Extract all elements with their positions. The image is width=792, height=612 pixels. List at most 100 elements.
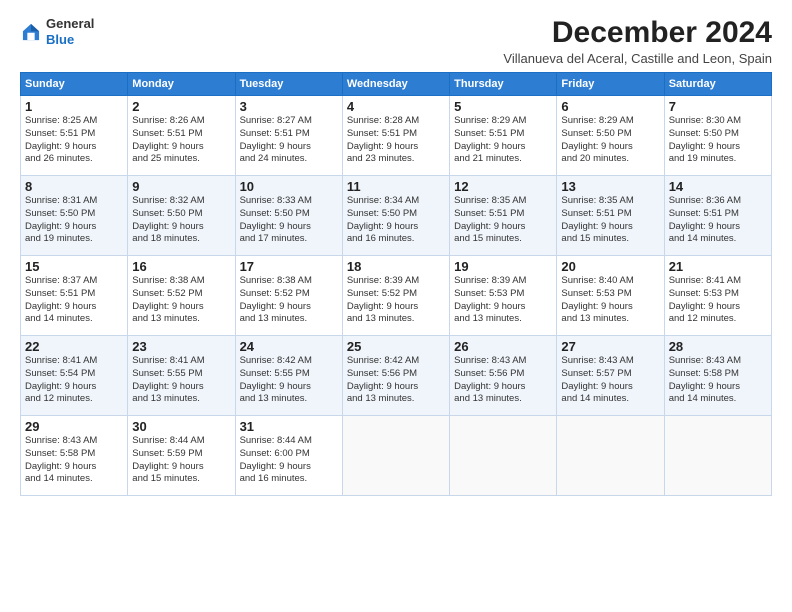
calendar-cell bbox=[450, 416, 557, 496]
calendar-cell: 29Sunrise: 8:43 AM Sunset: 5:58 PM Dayli… bbox=[21, 416, 128, 496]
day-number: 2 bbox=[132, 99, 230, 114]
day-info: Sunrise: 8:43 AM Sunset: 5:58 PM Dayligh… bbox=[25, 435, 123, 486]
calendar-cell: 5Sunrise: 8:29 AM Sunset: 5:51 PM Daylig… bbox=[450, 96, 557, 176]
day-info: Sunrise: 8:35 AM Sunset: 5:51 PM Dayligh… bbox=[561, 195, 659, 246]
calendar-cell bbox=[664, 416, 771, 496]
weekday-header-monday: Monday bbox=[128, 73, 235, 96]
logo-text: General Blue bbox=[46, 16, 94, 47]
day-number: 8 bbox=[25, 179, 123, 194]
calendar-cell: 16Sunrise: 8:38 AM Sunset: 5:52 PM Dayli… bbox=[128, 256, 235, 336]
calendar-cell: 24Sunrise: 8:42 AM Sunset: 5:55 PM Dayli… bbox=[235, 336, 342, 416]
day-info: Sunrise: 8:44 AM Sunset: 6:00 PM Dayligh… bbox=[240, 435, 338, 486]
calendar-header: SundayMondayTuesdayWednesdayThursdayFrid… bbox=[21, 73, 772, 96]
day-number: 26 bbox=[454, 339, 552, 354]
day-number: 12 bbox=[454, 179, 552, 194]
calendar-cell: 15Sunrise: 8:37 AM Sunset: 5:51 PM Dayli… bbox=[21, 256, 128, 336]
day-info: Sunrise: 8:40 AM Sunset: 5:53 PM Dayligh… bbox=[561, 275, 659, 326]
day-number: 10 bbox=[240, 179, 338, 194]
day-number: 15 bbox=[25, 259, 123, 274]
calendar-cell: 20Sunrise: 8:40 AM Sunset: 5:53 PM Dayli… bbox=[557, 256, 664, 336]
day-number: 13 bbox=[561, 179, 659, 194]
calendar-week-row: 29Sunrise: 8:43 AM Sunset: 5:58 PM Dayli… bbox=[21, 416, 772, 496]
day-number: 31 bbox=[240, 419, 338, 434]
day-info: Sunrise: 8:35 AM Sunset: 5:51 PM Dayligh… bbox=[454, 195, 552, 246]
day-info: Sunrise: 8:43 AM Sunset: 5:56 PM Dayligh… bbox=[454, 355, 552, 406]
calendar-cell: 14Sunrise: 8:36 AM Sunset: 5:51 PM Dayli… bbox=[664, 176, 771, 256]
day-info: Sunrise: 8:41 AM Sunset: 5:54 PM Dayligh… bbox=[25, 355, 123, 406]
calendar-week-row: 15Sunrise: 8:37 AM Sunset: 5:51 PM Dayli… bbox=[21, 256, 772, 336]
calendar-cell bbox=[342, 416, 449, 496]
day-info: Sunrise: 8:30 AM Sunset: 5:50 PM Dayligh… bbox=[669, 115, 767, 166]
calendar-table: SundayMondayTuesdayWednesdayThursdayFrid… bbox=[20, 72, 772, 496]
day-number: 6 bbox=[561, 99, 659, 114]
calendar-cell: 11Sunrise: 8:34 AM Sunset: 5:50 PM Dayli… bbox=[342, 176, 449, 256]
day-number: 20 bbox=[561, 259, 659, 274]
calendar-cell: 27Sunrise: 8:43 AM Sunset: 5:57 PM Dayli… bbox=[557, 336, 664, 416]
calendar-cell: 31Sunrise: 8:44 AM Sunset: 6:00 PM Dayli… bbox=[235, 416, 342, 496]
day-number: 25 bbox=[347, 339, 445, 354]
day-info: Sunrise: 8:44 AM Sunset: 5:59 PM Dayligh… bbox=[132, 435, 230, 486]
calendar-cell: 12Sunrise: 8:35 AM Sunset: 5:51 PM Dayli… bbox=[450, 176, 557, 256]
day-number: 23 bbox=[132, 339, 230, 354]
calendar-cell: 23Sunrise: 8:41 AM Sunset: 5:55 PM Dayli… bbox=[128, 336, 235, 416]
page: General Blue December 2024 Villanueva de… bbox=[0, 0, 792, 612]
calendar-cell: 4Sunrise: 8:28 AM Sunset: 5:51 PM Daylig… bbox=[342, 96, 449, 176]
calendar-cell: 2Sunrise: 8:26 AM Sunset: 5:51 PM Daylig… bbox=[128, 96, 235, 176]
weekday-header-saturday: Saturday bbox=[664, 73, 771, 96]
day-number: 17 bbox=[240, 259, 338, 274]
location-subtitle: Villanueva del Aceral, Castille and Leon… bbox=[503, 51, 772, 66]
calendar-cell: 6Sunrise: 8:29 AM Sunset: 5:50 PM Daylig… bbox=[557, 96, 664, 176]
day-info: Sunrise: 8:41 AM Sunset: 5:53 PM Dayligh… bbox=[669, 275, 767, 326]
calendar-cell: 19Sunrise: 8:39 AM Sunset: 5:53 PM Dayli… bbox=[450, 256, 557, 336]
calendar-cell: 17Sunrise: 8:38 AM Sunset: 5:52 PM Dayli… bbox=[235, 256, 342, 336]
day-number: 24 bbox=[240, 339, 338, 354]
calendar-cell: 10Sunrise: 8:33 AM Sunset: 5:50 PM Dayli… bbox=[235, 176, 342, 256]
day-info: Sunrise: 8:41 AM Sunset: 5:55 PM Dayligh… bbox=[132, 355, 230, 406]
day-info: Sunrise: 8:32 AM Sunset: 5:50 PM Dayligh… bbox=[132, 195, 230, 246]
calendar-cell: 1Sunrise: 8:25 AM Sunset: 5:51 PM Daylig… bbox=[21, 96, 128, 176]
calendar-cell: 26Sunrise: 8:43 AM Sunset: 5:56 PM Dayli… bbox=[450, 336, 557, 416]
calendar-cell: 13Sunrise: 8:35 AM Sunset: 5:51 PM Dayli… bbox=[557, 176, 664, 256]
day-number: 5 bbox=[454, 99, 552, 114]
day-info: Sunrise: 8:42 AM Sunset: 5:55 PM Dayligh… bbox=[240, 355, 338, 406]
calendar-cell: 3Sunrise: 8:27 AM Sunset: 5:51 PM Daylig… bbox=[235, 96, 342, 176]
day-info: Sunrise: 8:29 AM Sunset: 5:50 PM Dayligh… bbox=[561, 115, 659, 166]
day-number: 14 bbox=[669, 179, 767, 194]
weekday-header-row: SundayMondayTuesdayWednesdayThursdayFrid… bbox=[21, 73, 772, 96]
day-number: 16 bbox=[132, 259, 230, 274]
day-number: 21 bbox=[669, 259, 767, 274]
day-info: Sunrise: 8:42 AM Sunset: 5:56 PM Dayligh… bbox=[347, 355, 445, 406]
month-title: December 2024 bbox=[503, 16, 772, 49]
calendar-cell: 25Sunrise: 8:42 AM Sunset: 5:56 PM Dayli… bbox=[342, 336, 449, 416]
weekday-header-wednesday: Wednesday bbox=[342, 73, 449, 96]
logo-icon bbox=[20, 21, 42, 43]
day-info: Sunrise: 8:27 AM Sunset: 5:51 PM Dayligh… bbox=[240, 115, 338, 166]
day-info: Sunrise: 8:26 AM Sunset: 5:51 PM Dayligh… bbox=[132, 115, 230, 166]
calendar-cell: 28Sunrise: 8:43 AM Sunset: 5:58 PM Dayli… bbox=[664, 336, 771, 416]
day-info: Sunrise: 8:37 AM Sunset: 5:51 PM Dayligh… bbox=[25, 275, 123, 326]
day-info: Sunrise: 8:28 AM Sunset: 5:51 PM Dayligh… bbox=[347, 115, 445, 166]
calendar-cell bbox=[557, 416, 664, 496]
day-info: Sunrise: 8:38 AM Sunset: 5:52 PM Dayligh… bbox=[240, 275, 338, 326]
day-info: Sunrise: 8:31 AM Sunset: 5:50 PM Dayligh… bbox=[25, 195, 123, 246]
day-number: 9 bbox=[132, 179, 230, 194]
calendar-cell: 9Sunrise: 8:32 AM Sunset: 5:50 PM Daylig… bbox=[128, 176, 235, 256]
day-number: 30 bbox=[132, 419, 230, 434]
weekday-header-thursday: Thursday bbox=[450, 73, 557, 96]
header: General Blue December 2024 Villanueva de… bbox=[20, 16, 772, 66]
day-info: Sunrise: 8:39 AM Sunset: 5:52 PM Dayligh… bbox=[347, 275, 445, 326]
calendar-week-row: 1Sunrise: 8:25 AM Sunset: 5:51 PM Daylig… bbox=[21, 96, 772, 176]
day-info: Sunrise: 8:33 AM Sunset: 5:50 PM Dayligh… bbox=[240, 195, 338, 246]
logo: General Blue bbox=[20, 16, 94, 47]
day-number: 7 bbox=[669, 99, 767, 114]
calendar-cell: 21Sunrise: 8:41 AM Sunset: 5:53 PM Dayli… bbox=[664, 256, 771, 336]
weekday-header-sunday: Sunday bbox=[21, 73, 128, 96]
day-number: 27 bbox=[561, 339, 659, 354]
calendar-cell: 8Sunrise: 8:31 AM Sunset: 5:50 PM Daylig… bbox=[21, 176, 128, 256]
day-info: Sunrise: 8:25 AM Sunset: 5:51 PM Dayligh… bbox=[25, 115, 123, 166]
calendar-cell: 18Sunrise: 8:39 AM Sunset: 5:52 PM Dayli… bbox=[342, 256, 449, 336]
day-number: 1 bbox=[25, 99, 123, 114]
day-info: Sunrise: 8:43 AM Sunset: 5:58 PM Dayligh… bbox=[669, 355, 767, 406]
day-number: 4 bbox=[347, 99, 445, 114]
day-info: Sunrise: 8:39 AM Sunset: 5:53 PM Dayligh… bbox=[454, 275, 552, 326]
